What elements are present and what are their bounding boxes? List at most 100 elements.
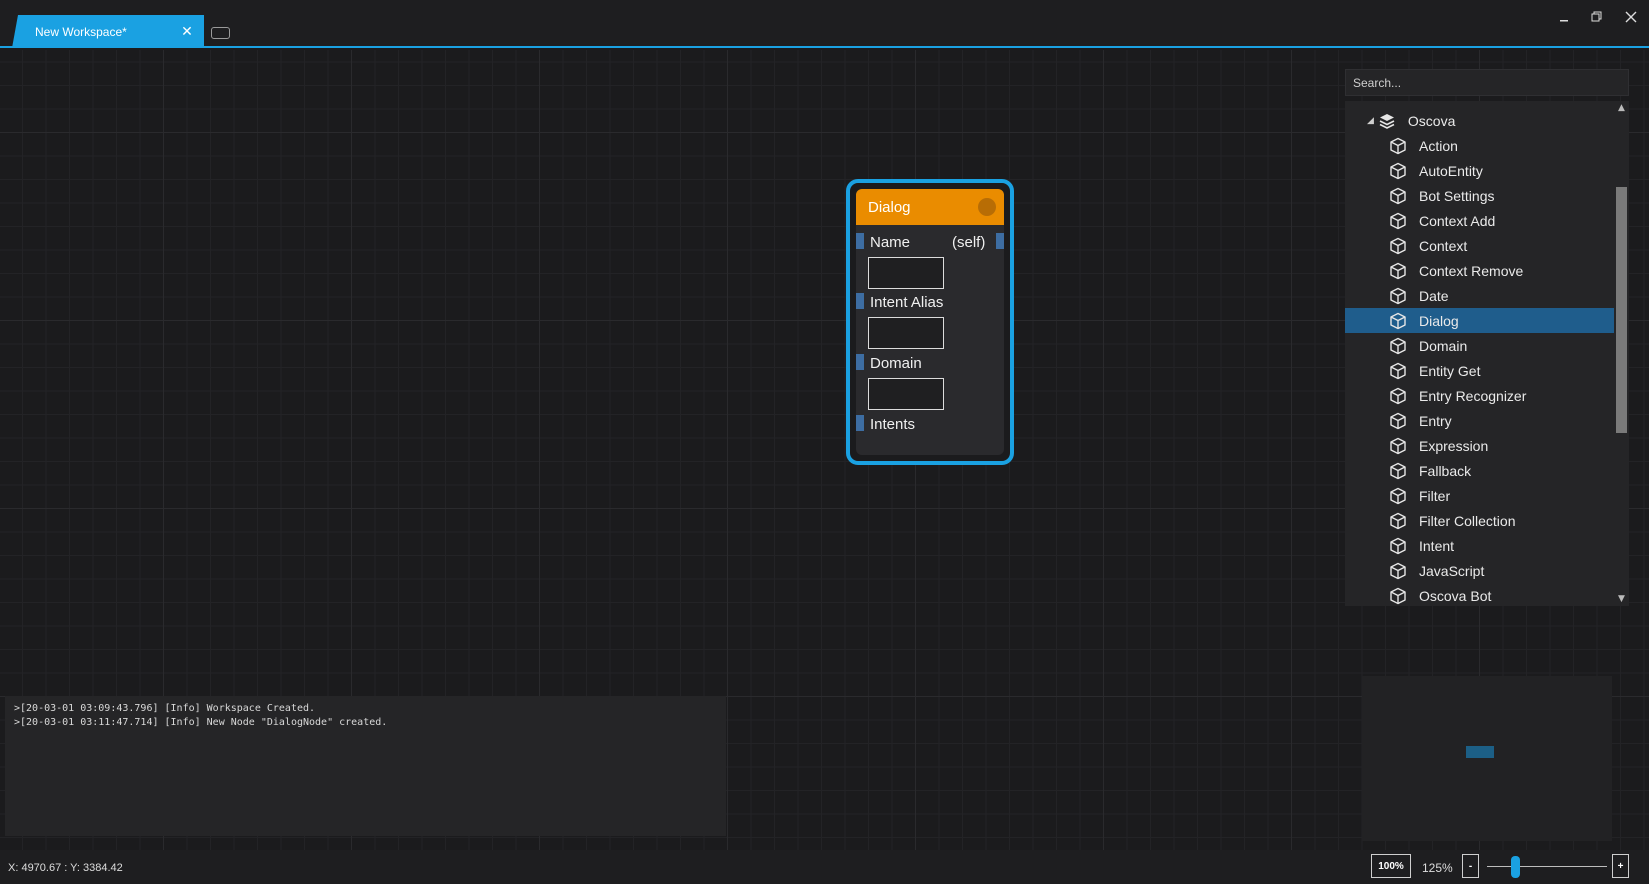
- cube-icon: [1390, 537, 1406, 554]
- scrollbar[interactable]: ▲ ▼: [1614, 101, 1629, 606]
- node-title: Dialog: [868, 198, 911, 216]
- tree-item[interactable]: Expression: [1345, 433, 1614, 458]
- close-icon[interactable]: ✕: [176, 21, 198, 43]
- cube-icon: [1390, 437, 1406, 454]
- title-bar: New Workspace* ✕: [0, 0, 1649, 48]
- tree-item-label: Oscova Bot: [1419, 587, 1492, 604]
- search-input[interactable]: [1346, 70, 1628, 95]
- tree-item[interactable]: JavaScript: [1345, 558, 1614, 583]
- field-label-domain: Domain: [870, 355, 922, 372]
- zoom-level: 125%: [1422, 861, 1453, 875]
- field-label-intents: Intents: [870, 416, 916, 433]
- node-header[interactable]: Dialog: [856, 189, 1004, 225]
- tree-item[interactable]: AutoEntity: [1345, 158, 1614, 183]
- zoom-out-button[interactable]: -: [1462, 854, 1479, 878]
- cube-icon: [1390, 387, 1406, 404]
- cube-icon: [1390, 362, 1406, 379]
- name-field[interactable]: [868, 257, 944, 289]
- tree-item[interactable]: Filter Collection: [1345, 508, 1614, 533]
- port-domain[interactable]: [856, 354, 864, 370]
- tree-item[interactable]: Dialog: [1345, 308, 1614, 333]
- port-name-input[interactable]: [856, 233, 864, 249]
- close-window-icon[interactable]: [1620, 6, 1642, 28]
- tab-label: New Workspace*: [35, 24, 127, 39]
- tree-item[interactable]: Bot Settings: [1345, 183, 1614, 208]
- cube-icon: [1390, 162, 1406, 179]
- tree-item[interactable]: Domain: [1345, 333, 1614, 358]
- tree-item-label: Entity Get: [1419, 362, 1481, 379]
- layers-icon: [1379, 113, 1395, 129]
- tree-item[interactable]: Context Remove: [1345, 258, 1614, 283]
- node-tree: ◢ Oscova Action AutoEntity Bot Settings Con…: [1345, 101, 1629, 606]
- zoom-in-button[interactable]: +: [1612, 854, 1629, 878]
- tree-item[interactable]: Filter: [1345, 483, 1614, 508]
- minimap-viewport[interactable]: [1466, 746, 1494, 758]
- tree-item-label: Domain: [1419, 337, 1468, 354]
- cube-icon: [1390, 512, 1406, 529]
- tree-parent-oscova[interactable]: ◢ Oscova: [1345, 108, 1614, 133]
- tree-item-label: Context Add: [1419, 212, 1496, 229]
- tree-item[interactable]: Action: [1345, 133, 1614, 158]
- expand-arrow-icon[interactable]: ◢: [1367, 115, 1374, 126]
- tree-parent-label: Oscova: [1407, 112, 1456, 129]
- cube-icon: [1390, 237, 1406, 254]
- port-self-output[interactable]: [996, 233, 1004, 249]
- tree-item-label: Context Remove: [1419, 262, 1524, 279]
- tree-item-label: Intent: [1419, 537, 1455, 554]
- scroll-down-icon[interactable]: ▼: [1616, 594, 1627, 604]
- tree-item-label: JavaScript: [1419, 562, 1485, 579]
- new-tab-button[interactable]: [211, 27, 230, 39]
- cube-icon: [1390, 587, 1406, 604]
- tree-item-label: Filter: [1419, 487, 1451, 504]
- tree-item-label: Bot Settings: [1419, 187, 1495, 204]
- tree-item-label: Entry Recognizer: [1419, 387, 1527, 404]
- tree-item[interactable]: Entry: [1345, 408, 1614, 433]
- zoom-slider-thumb[interactable]: [1511, 856, 1520, 878]
- log-line: >[20-03-01 03:11:47.714] [Info] New Node…: [14, 717, 388, 728]
- tree-item[interactable]: Context Add: [1345, 208, 1614, 233]
- node-status-dot[interactable]: [978, 198, 996, 216]
- tree-item[interactable]: Context: [1345, 233, 1614, 258]
- search-box[interactable]: [1345, 69, 1629, 96]
- tree-item-label: Filter Collection: [1419, 512, 1516, 529]
- field-label-intent-alias: Intent Alias: [870, 294, 944, 311]
- cube-icon: [1390, 462, 1406, 479]
- cube-icon: [1390, 312, 1406, 329]
- dialog-node[interactable]: Dialog Name (self) Intent Alias Domain I…: [846, 179, 1014, 465]
- tree-item[interactable]: Date: [1345, 283, 1614, 308]
- tree-item[interactable]: Oscova Bot: [1345, 583, 1614, 606]
- scroll-thumb[interactable]: [1616, 187, 1627, 433]
- tree-item-label: Expression: [1419, 437, 1489, 454]
- log-line: >[20-03-01 03:09:43.796] [Info] Workspac…: [14, 703, 316, 714]
- restore-icon[interactable]: [1586, 6, 1608, 28]
- cube-icon: [1390, 287, 1406, 304]
- tab-new-workspace[interactable]: New Workspace* ✕: [12, 15, 204, 48]
- zoom-reset-button[interactable]: 100%: [1371, 854, 1411, 878]
- cube-icon: [1390, 337, 1406, 354]
- tree-item-label: Action: [1419, 137, 1458, 154]
- scroll-up-icon[interactable]: ▲: [1616, 103, 1627, 113]
- status-bar: X: 4970.67 : Y: 3384.42 100% 125% - +: [0, 850, 1649, 884]
- cube-icon: [1390, 487, 1406, 504]
- tree-item-label: Context: [1419, 237, 1468, 254]
- minimap[interactable]: [1362, 676, 1612, 841]
- tree-item[interactable]: Entry Recognizer: [1345, 383, 1614, 408]
- field-label-name: Name: [870, 234, 911, 251]
- cube-icon: [1390, 137, 1406, 154]
- tree-item-label: Entry: [1419, 412, 1452, 429]
- tree-item[interactable]: Fallback: [1345, 458, 1614, 483]
- minimize-icon[interactable]: [1553, 6, 1575, 28]
- cube-icon: [1390, 212, 1406, 229]
- port-intents[interactable]: [856, 415, 864, 431]
- log-panel: >[20-03-01 03:09:43.796] [Info] Workspac…: [5, 696, 726, 836]
- domain-field[interactable]: [868, 378, 944, 410]
- intent-alias-field[interactable]: [868, 317, 944, 349]
- tree-item[interactable]: Intent: [1345, 533, 1614, 558]
- port-intent-alias[interactable]: [856, 293, 864, 309]
- cube-icon: [1390, 187, 1406, 204]
- tree-item[interactable]: Entity Get: [1345, 358, 1614, 383]
- tree-item-label: Date: [1419, 287, 1449, 304]
- cube-icon: [1390, 562, 1406, 579]
- app-window: New Workspace* ✕ Dialog Name (self) Inte…: [0, 0, 1649, 884]
- zoom-slider-track[interactable]: [1487, 866, 1607, 867]
